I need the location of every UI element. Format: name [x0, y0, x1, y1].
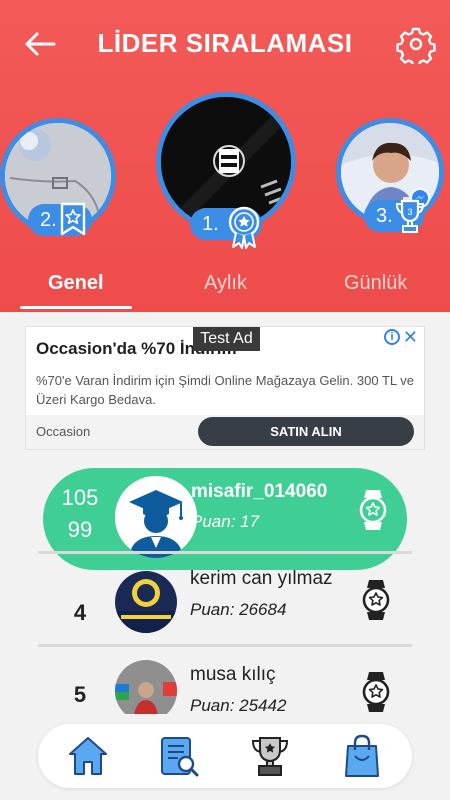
ad-test-label: Test Ad: [193, 327, 260, 351]
podium-first[interactable]: 1.: [156, 92, 296, 252]
tab-bar: Genel Aylık Günlük: [0, 272, 450, 312]
ad-banner[interactable]: Occasion'da %70 İndirim Test Ad i ✕ %70'…: [25, 326, 425, 450]
page-title: LİDER SIRALAMASI: [97, 28, 353, 58]
divider: [38, 644, 412, 647]
trophy-icon: 3: [394, 198, 426, 241]
ribbon-star-icon: [58, 202, 88, 243]
close-icon[interactable]: ✕: [403, 327, 418, 348]
podium-second[interactable]: 2.: [0, 118, 120, 238]
rank-label: 1.: [202, 212, 219, 235]
rank-label: 2.: [40, 208, 57, 231]
bottom-nav: [38, 724, 412, 788]
nav-list[interactable]: [154, 732, 202, 780]
my-rank-top: 105: [61, 485, 99, 510]
avatar: [115, 571, 177, 633]
medal-icon: [362, 578, 390, 627]
rank-label: 3.: [376, 204, 393, 227]
row-username: musa kılıç: [190, 664, 276, 685]
tab-aylik[interactable]: Aylık: [204, 272, 247, 295]
my-rank-card[interactable]: 105 99 misafir_014060 Puan: 17: [43, 468, 407, 570]
row-rank: 5: [73, 682, 87, 707]
divider: [38, 551, 412, 554]
ad-cta-button[interactable]: SATIN ALIN: [198, 417, 414, 446]
row-score: Puan: 26684: [190, 600, 287, 619]
tab-genel[interactable]: Genel: [48, 272, 104, 295]
settings-button[interactable]: [396, 24, 436, 68]
tab-gunluk[interactable]: Günlük: [344, 272, 407, 295]
svg-text:3: 3: [407, 207, 412, 217]
home-icon: [69, 737, 107, 775]
medal-star-icon: [226, 206, 262, 255]
row-rank: 4: [73, 600, 87, 625]
ad-footer: Occasion SATIN ALIN: [26, 415, 424, 449]
gear-icon: [396, 27, 436, 68]
podium-third[interactable]: 3. 3: [336, 118, 450, 238]
ad-brand: Occasion: [36, 424, 91, 439]
nav-shop[interactable]: [338, 732, 386, 780]
nav-home[interactable]: [64, 732, 112, 780]
my-rank-bottom: 99: [67, 517, 93, 542]
medal-icon: [362, 670, 390, 714]
list-search-icon: [161, 737, 199, 777]
row-username: kerim can yılmaz: [190, 568, 333, 589]
my-username: misafir_014060: [191, 481, 328, 502]
graduate-avatar-icon: [115, 476, 197, 558]
my-rank: 105 99: [47, 482, 113, 546]
row-score: Puan: 25442: [190, 696, 287, 714]
header: LİDER SIRALAMASI 2. 1. 3. 3 Genel Aylık …: [0, 0, 450, 312]
my-score: Puan: 17: [191, 512, 260, 531]
shopping-bag-icon: [345, 734, 379, 777]
nav-leaderboard[interactable]: [246, 732, 294, 780]
leaderboard-row[interactable]: 5 musa kılıç Puan: 25442: [0, 660, 450, 714]
info-icon[interactable]: i: [384, 329, 400, 345]
trophy-icon: [251, 737, 289, 776]
avatar: [115, 660, 177, 714]
tab-indicator: [20, 306, 132, 309]
ad-description: %70'e Varan İndirim için Şimdi Online Ma…: [36, 373, 414, 407]
medal-icon: [359, 488, 387, 537]
